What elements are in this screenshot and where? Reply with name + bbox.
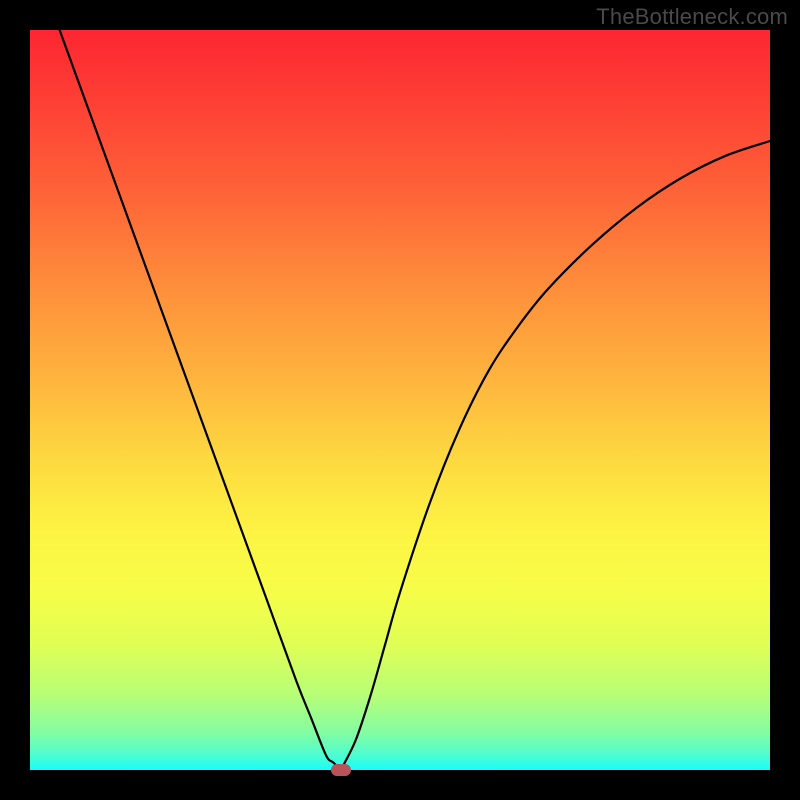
curve-left-branch [60, 30, 341, 770]
minimum-marker [331, 764, 351, 776]
watermark-text: TheBottleneck.com [596, 4, 788, 30]
chart-plot-area [30, 30, 770, 770]
curve-svg [30, 30, 770, 770]
curve-right-branch [341, 141, 770, 770]
